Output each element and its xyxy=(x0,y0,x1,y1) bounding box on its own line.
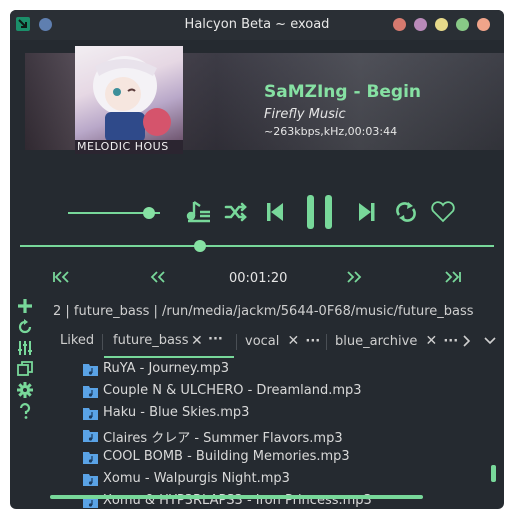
next-track-icon[interactable] xyxy=(356,198,378,226)
tab-label: future_bass xyxy=(113,333,189,348)
equalizer-icon[interactable] xyxy=(17,340,33,356)
help-icon[interactable] xyxy=(17,403,33,419)
music-file-icon xyxy=(83,407,98,420)
close-tab-icon[interactable]: ✕ xyxy=(191,328,203,354)
vertical-scrollbar[interactable] xyxy=(491,465,496,482)
add-icon[interactable] xyxy=(17,298,33,314)
track-name: Haku - Blue Skies.mp3 xyxy=(103,405,250,420)
volume-slider-handle[interactable] xyxy=(142,207,155,219)
music-file-icon xyxy=(83,385,98,398)
window-title: Halcyon Beta ~ exoad xyxy=(184,17,330,32)
tab-future-bass[interactable]: future_bass ✕ ··· xyxy=(104,328,234,358)
keep-above-button[interactable] xyxy=(435,18,448,31)
track-name: Claires クレア - Summer Flavors.mp3 xyxy=(103,431,343,446)
elapsed-time: 00:01:20 xyxy=(229,271,288,286)
close-button[interactable] xyxy=(477,18,490,31)
tab-menu-icon[interactable]: ··· xyxy=(443,334,458,349)
refresh-icon[interactable] xyxy=(17,319,33,335)
tab-menu-icon[interactable]: ··· xyxy=(305,334,320,349)
track-name: Xomu - Walpurgis Night.mp3 xyxy=(103,471,290,486)
maximize-button[interactable] xyxy=(414,18,427,31)
music-file-icon xyxy=(83,451,98,464)
horizontal-scrollbar[interactable] xyxy=(50,495,423,499)
tab-liked[interactable]: Liked xyxy=(60,328,94,356)
album-cover: MELODIC HOUS xyxy=(75,46,183,154)
pause-button[interactable] xyxy=(304,194,338,230)
settings-icon[interactable] xyxy=(17,382,33,398)
track-list: RuYA - Journey.mp3 Couple N & ULCHERO - … xyxy=(50,356,490,509)
skip-to-end-icon[interactable] xyxy=(444,270,462,288)
skip-to-start-icon[interactable] xyxy=(52,270,70,288)
close-tab-icon[interactable]: ✕ xyxy=(288,333,300,349)
playlist-tabs: Liked future_bass ✕ ··· vocal ✕ ··· blue… xyxy=(50,328,504,358)
seek-bar-track[interactable] xyxy=(20,245,494,247)
previous-track-icon[interactable] xyxy=(264,198,286,226)
track-name: COOL BOMB - Building Memories.mp3 xyxy=(103,449,350,464)
track-name: RuYA - Journey.mp3 xyxy=(103,361,230,376)
seek-bar-handle[interactable] xyxy=(194,240,207,252)
tab-label: Liked xyxy=(60,333,95,348)
tab-vocal[interactable]: vocal ✕ ··· xyxy=(245,328,320,356)
music-file-icon xyxy=(83,429,98,442)
fast-forward-icon[interactable] xyxy=(345,270,363,288)
music-file-icon xyxy=(83,473,98,486)
song-artist: Firefly Music xyxy=(264,107,346,122)
song-meta: ~263kbps,kHz,00:03:44 xyxy=(264,125,398,138)
song-title: SaMZIng - Begin xyxy=(264,82,422,102)
tab-label: blue_archive xyxy=(335,334,418,349)
playlist-path: 2 | future_bass | /run/media/jackm/5644-… xyxy=(53,304,474,319)
repeat-icon[interactable] xyxy=(393,198,419,226)
tab-blue-archive[interactable]: blue_archive ✕ ··· xyxy=(335,328,458,356)
track-name: Couple N & ULCHERO - Dreamland.mp3 xyxy=(103,383,362,398)
shuffle-icon[interactable] xyxy=(223,198,249,226)
like-heart-icon[interactable] xyxy=(429,198,457,226)
window-stack-icon[interactable] xyxy=(17,361,33,377)
minimize-button[interactable] xyxy=(393,18,406,31)
shade-button[interactable] xyxy=(456,18,469,31)
tab-label: vocal xyxy=(245,334,280,349)
title-bar[interactable]: Halcyon Beta ~ exoad xyxy=(10,10,504,40)
rewind-icon[interactable] xyxy=(149,270,167,288)
cover-text: MELODIC HOUS xyxy=(77,140,169,153)
app-window: Halcyon Beta ~ exoad MELODIC HOUS SaMZIn… xyxy=(10,10,504,509)
tab-scroll-right-icon[interactable] xyxy=(462,328,472,356)
close-tab-icon[interactable]: ✕ xyxy=(425,333,437,349)
playlist-queue-icon[interactable] xyxy=(186,198,212,226)
music-file-icon xyxy=(83,363,98,376)
tab-list-dropdown-icon[interactable] xyxy=(483,328,497,356)
tab-menu-icon[interactable]: ··· xyxy=(208,327,223,353)
